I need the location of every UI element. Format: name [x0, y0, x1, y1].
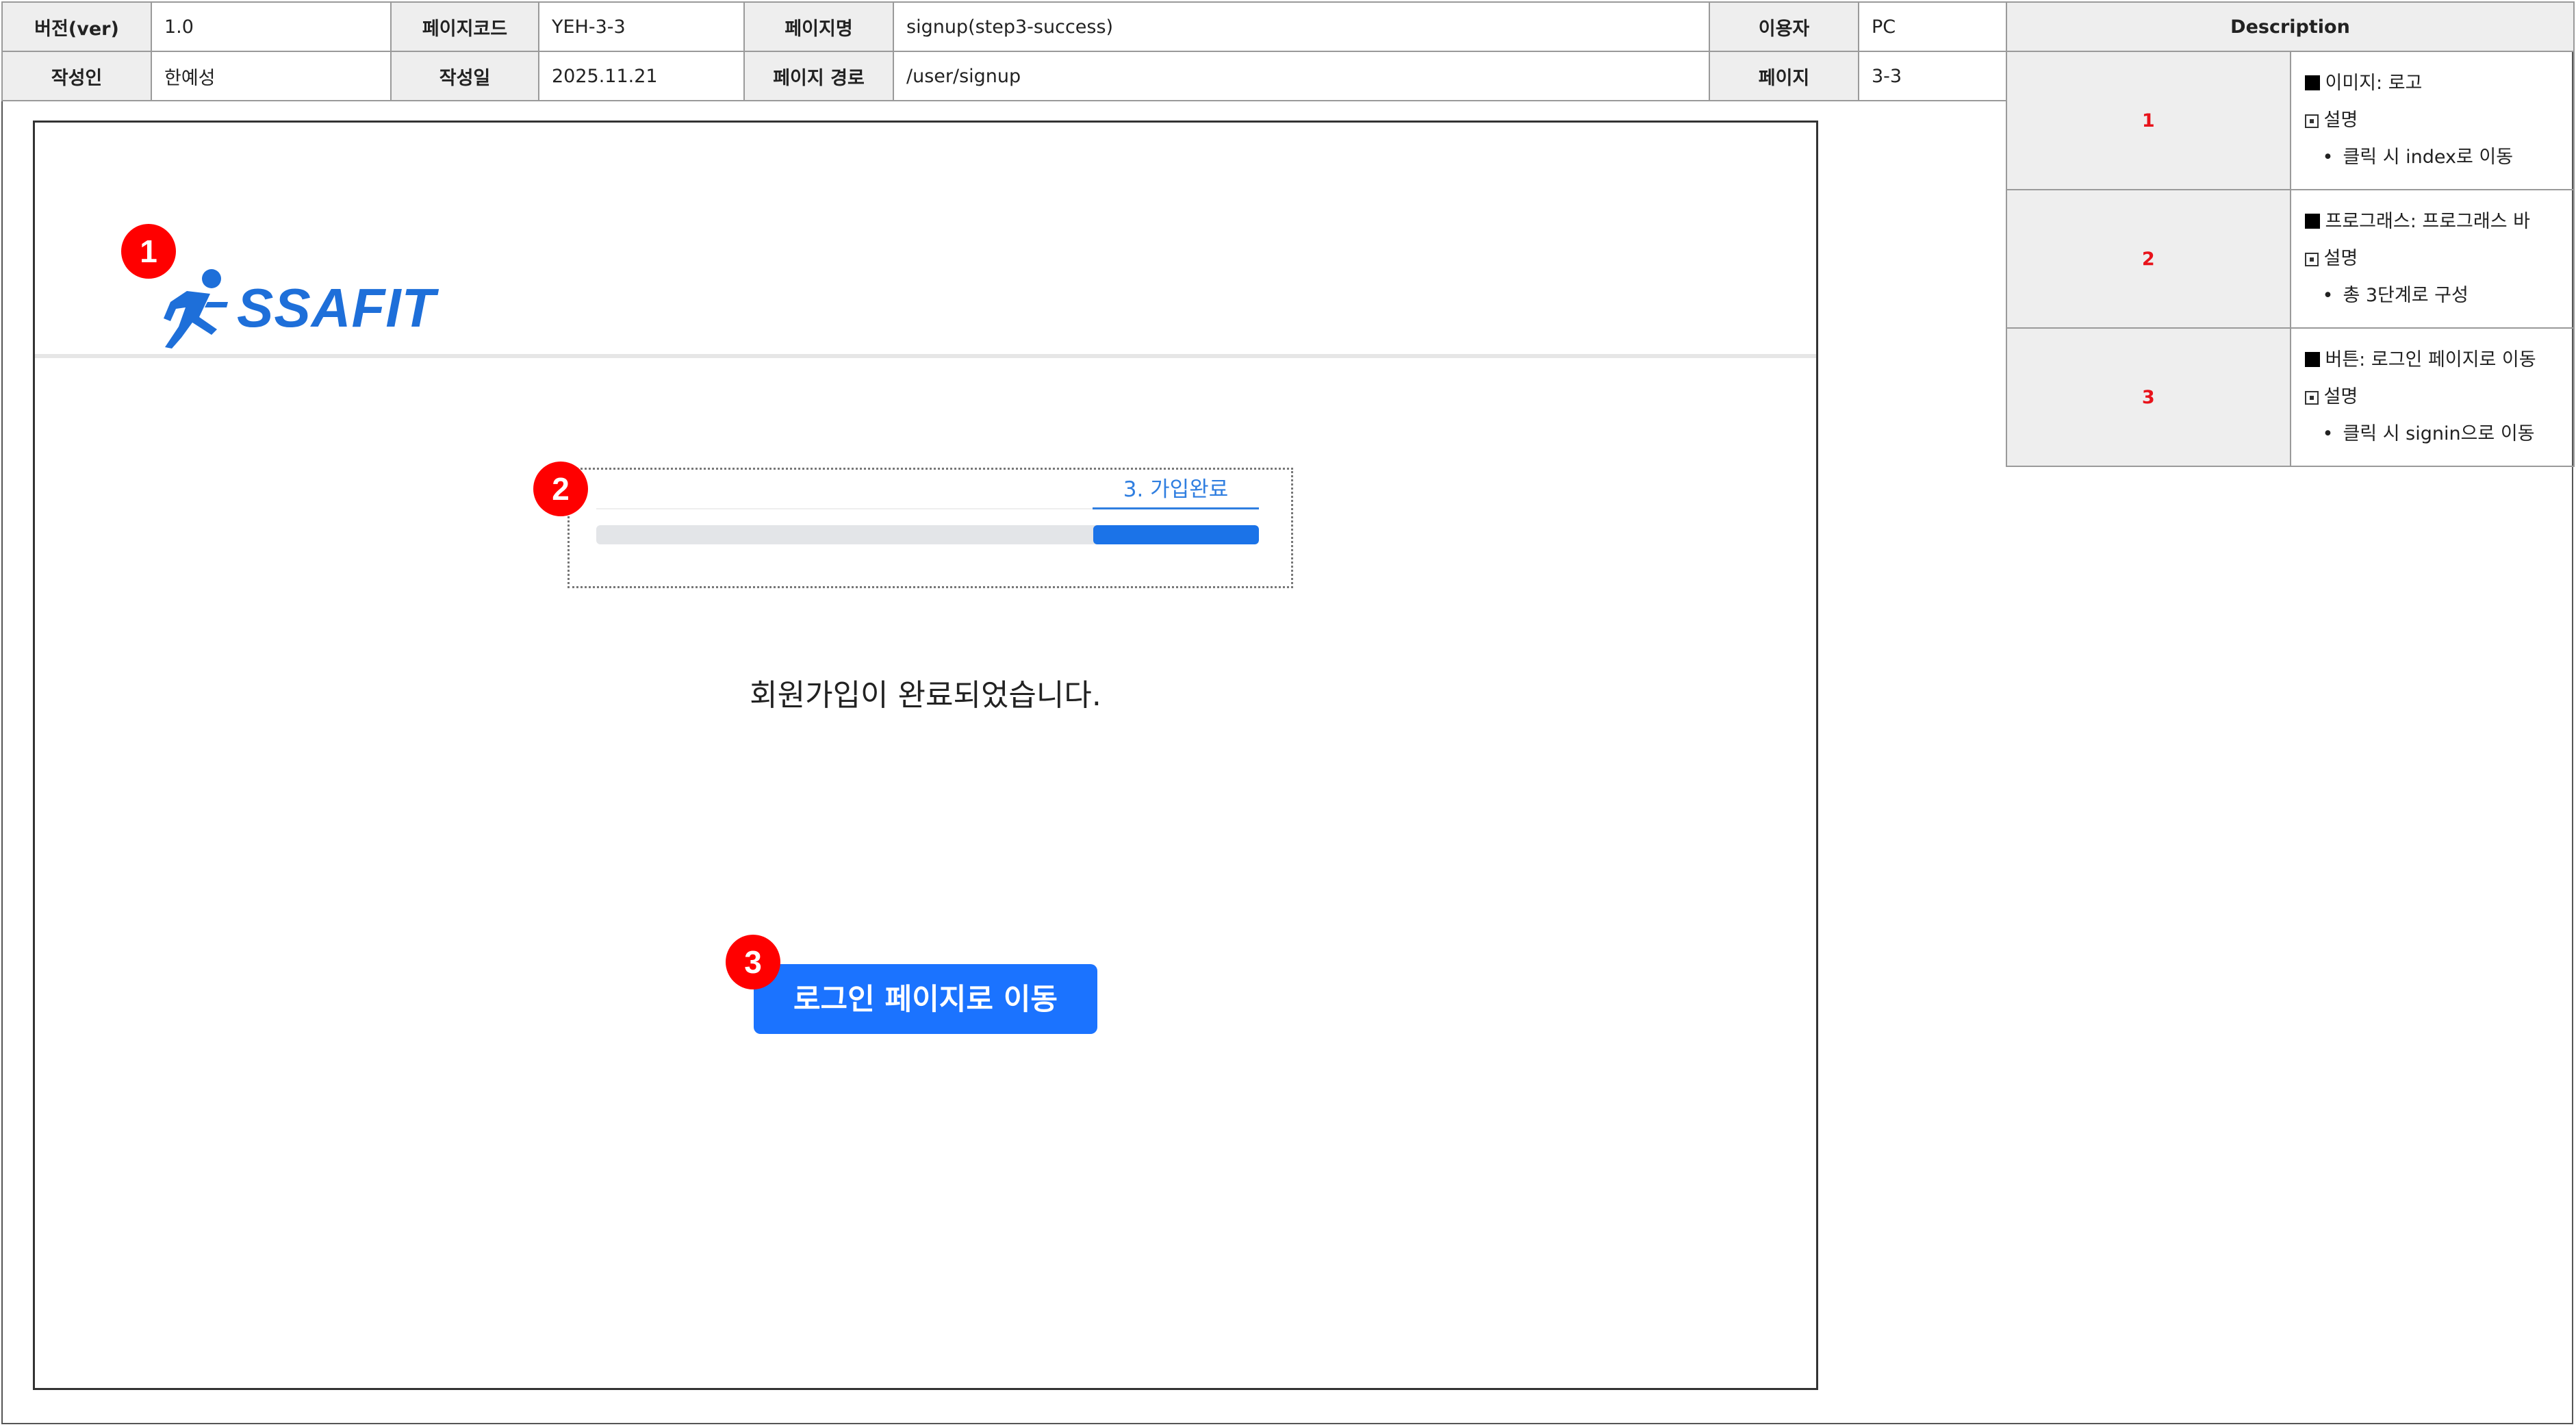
description-number: 3	[2006, 327, 2291, 467]
page-path-value: /user/signup	[893, 51, 1710, 101]
filled-square-icon	[2304, 214, 2320, 229]
version-label: 버전(ver)	[1, 1, 152, 52]
page-code-label: 페이지코드	[390, 1, 539, 52]
author-label: 작성인	[1, 51, 152, 101]
progress-step-divider	[596, 508, 1093, 509]
page-name-label: 페이지명	[743, 1, 894, 52]
page-path-label: 페이지 경로	[743, 51, 894, 101]
description-item-sub: 설명	[2323, 110, 2358, 131]
description-item: 이미지: 로고 설명 클릭 시 index로 이동	[2289, 51, 2575, 190]
progress-step-underline	[1093, 507, 1259, 509]
progress-step-label: 3. 가입완료	[1123, 477, 1229, 502]
date-value: 2025.11.21	[538, 51, 745, 101]
user-value: PC	[1858, 1, 2008, 52]
filled-square-icon	[2304, 75, 2320, 90]
description-item: 버튼: 로그인 페이지로 이동 설명 클릭 시 signin으로 이동	[2289, 327, 2575, 467]
description-item-sub: 설명	[2323, 386, 2358, 407]
progress-bar-fill	[1093, 525, 1259, 544]
checkbox-square-icon	[2304, 114, 2319, 128]
description-item-bullet: 총 3단계로 구성	[2305, 277, 2574, 314]
annotation-marker: 2	[533, 462, 588, 516]
description-item-sub: 설명	[2323, 248, 2358, 269]
filled-square-icon	[2304, 352, 2320, 367]
checkbox-square-icon	[2304, 253, 2319, 266]
header-divider	[35, 354, 1816, 358]
description-item-bullet: 클릭 시 signin으로 이동	[2305, 416, 2574, 453]
annotation-marker: 3	[726, 935, 780, 989]
description-number: 2	[2006, 189, 2291, 329]
description-item: 프로그래스: 프로그래스 바 설명 총 3단계로 구성	[2289, 189, 2575, 329]
description-item-title: 버튼: 로그인 페이지로 이동	[2325, 349, 2536, 370]
description-item-bullet: 클릭 시 index로 이동	[2305, 139, 2574, 176]
description-title: Description	[2006, 1, 2575, 52]
author-value: 한예성	[151, 51, 392, 101]
page-number-label: 페이지	[1709, 51, 1859, 101]
page-code-value: YEH-3-3	[538, 1, 745, 52]
annotation-marker: 1	[121, 224, 176, 279]
logo-text[interactable]: SSAFIT	[237, 277, 435, 340]
meta-table: 버전(ver) 1.0 페이지코드 YEH-3-3 페이지명 signup(st…	[1, 1, 2008, 101]
user-label: 이용자	[1709, 1, 1859, 52]
runner-icon	[164, 269, 228, 349]
date-label: 작성일	[390, 51, 539, 101]
description-item-title: 프로그래스: 프로그래스 바	[2325, 211, 2531, 232]
progress-bar	[596, 525, 1259, 544]
page-number-value: 3-3	[1858, 51, 2008, 101]
success-message: 회원가입이 완료되었습니다.	[750, 678, 1101, 713]
checkbox-square-icon	[2304, 391, 2319, 405]
description-item-title: 이미지: 로고	[2325, 73, 2423, 94]
page-name-value: signup(step3-success)	[893, 1, 1710, 52]
version-value: 1.0	[151, 1, 392, 52]
go-to-login-button[interactable]: 로그인 페이지로 이동	[754, 964, 1097, 1034]
description-table: Description 1 이미지: 로고 설명 클릭 시 index로 이동 …	[2006, 1, 2575, 467]
description-number: 1	[2006, 51, 2291, 190]
